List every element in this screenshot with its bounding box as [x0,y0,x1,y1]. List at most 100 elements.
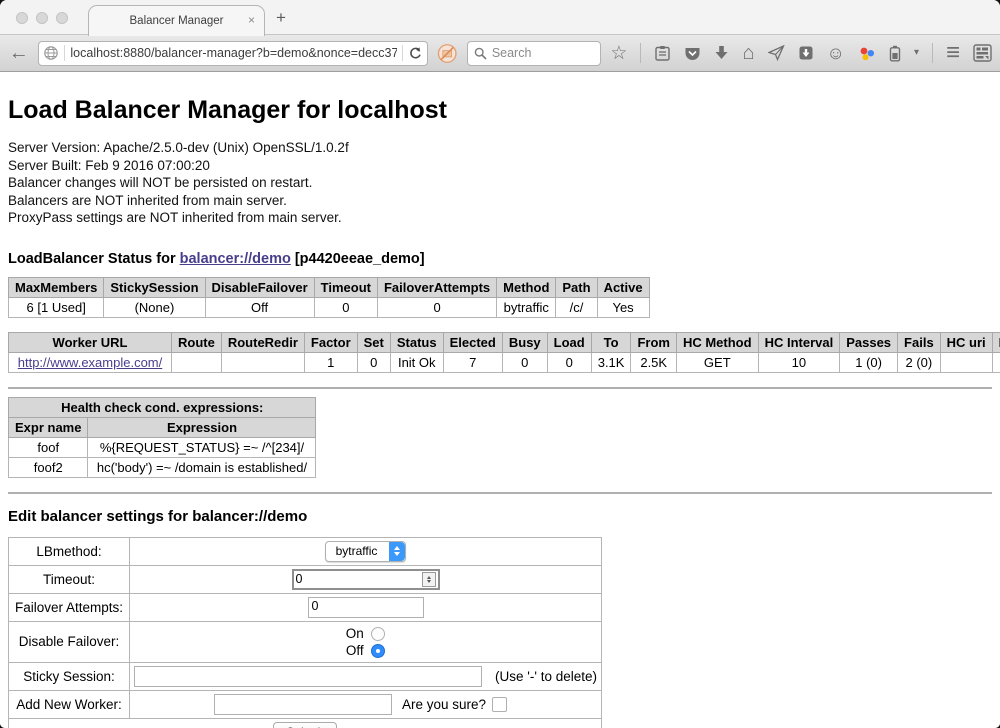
download-box-icon[interactable] [798,45,814,61]
balancer-settings-form: LBmethod: bytraffic Timeout: 0 [8,537,602,728]
are-you-sure-label: Are you sure? [402,697,486,712]
lbmethod-selected-value: bytraffic [336,544,390,558]
form-row-submit: Submit [9,718,602,728]
emoji-icon[interactable]: ☺ [827,44,845,62]
search-icon [474,47,487,60]
column-header: Worker URL [9,332,172,352]
pocket-icon[interactable] [684,45,701,62]
close-window-button[interactable] [16,12,28,24]
table-cell: Yes [597,297,649,317]
search-bar[interactable]: Search [467,41,602,66]
table-cell: 6 [1 Used] [9,297,104,317]
table-cell: 0 [547,352,591,372]
expression-cell: hc('body') =~ /domain is established/ [88,457,316,477]
lbmethod-select[interactable]: bytraffic [325,541,407,562]
health-check-table: Health check cond. expressions: Expr nam… [8,397,316,478]
table-cell: 0 [502,352,547,372]
column-header: Active [597,277,649,297]
worker-url-link[interactable]: http://www.example.com/ [18,355,163,370]
reload-icon[interactable] [408,46,423,61]
urlbar-divider [64,45,65,61]
lbmethod-label: LBmethod: [9,537,130,565]
table-cell: 2.5K [631,352,677,372]
table-cell: GET [676,352,758,372]
proxypass-note-line: ProxyPass settings are NOT inherited fro… [8,209,992,227]
column-header: Fails [898,332,941,352]
column-header: To [591,332,631,352]
add-worker-label: Add New Worker: [9,690,130,718]
sticky-session-label: Sticky Session: [9,662,130,690]
table-cell: 2 (0) [898,352,941,372]
server-version-line: Server Version: Apache/2.5.0-dev (Unix) … [8,139,992,157]
table-header-row: Worker URL Route RouteRedir Factor Set S… [9,332,1000,352]
worker-table: Worker URL Route RouteRedir Factor Set S… [8,332,1000,373]
battery-icon[interactable] [889,45,901,62]
globe-icon [43,45,59,61]
table-cell: 0 [357,352,390,372]
blocked-content-icon[interactable] [437,43,457,64]
persist-note-line: Balancer changes will NOT be persisted o… [8,174,992,192]
column-header: HC Expr [992,332,1000,352]
table-cell [172,352,222,372]
table-cell: Init Ok [390,352,443,372]
table-cell: 1 (0) [840,352,898,372]
zoom-window-button[interactable] [56,12,68,24]
number-stepper-icon[interactable] [422,572,436,587]
tab-balancer-manager[interactable]: Balancer Manager × [88,5,265,36]
menu-icon[interactable]: ≡ [946,41,960,65]
column-header: Path [556,277,597,297]
table-cell: /c/ [556,297,597,317]
column-header: Set [357,332,390,352]
reading-list-icon[interactable] [654,45,671,62]
browser-window: Balancer Manager × + ← localhost:8880/ba… [0,0,1000,728]
home-icon[interactable]: ⌂ [742,43,754,63]
table-cell: (None) [104,297,205,317]
form-row-lbmethod: LBmethod: bytraffic [9,537,602,565]
health-check-title: Health check cond. expressions: [9,397,316,417]
expression-cell: %{REQUEST_STATUS} =~ /^[234]/ [88,437,316,457]
form-row-sticky-session: Sticky Session: (Use '-' to delete) [9,662,602,690]
column-header: From [631,332,677,352]
back-button[interactable]: ← [8,43,29,63]
column-header: HC Method [676,332,758,352]
new-tab-button[interactable]: + [276,8,286,28]
column-header: Timeout [314,277,377,297]
table-cell: 0 [314,297,377,317]
bookmark-star-icon[interactable]: ☆ [610,44,627,63]
failover-attempts-input[interactable]: 0 [308,597,424,618]
server-info: Server Version: Apache/2.5.0-dev (Unix) … [8,139,992,227]
minimize-window-button[interactable] [36,12,48,24]
section-divider [8,492,992,494]
timeout-input[interactable]: 0 [292,569,440,590]
balancer-demo-link[interactable]: balancer://demo [180,251,291,267]
tab-close-icon[interactable]: × [248,13,255,27]
section-divider [8,387,992,389]
url-text[interactable]: localhost:8880/balancer-manager?b=demo&n… [70,46,397,60]
table-cell [221,352,304,372]
navigation-toolbar: ← localhost:8880/balancer-manager?b=demo… [0,35,1000,72]
submit-button[interactable]: Submit [273,722,336,728]
are-you-sure-checkbox[interactable] [492,697,507,712]
expr-name-cell: foof2 [9,457,88,477]
urlbar-divider [402,45,403,61]
disable-failover-off-radio[interactable] [371,644,385,658]
column-header: FailoverAttempts [377,277,496,297]
table-cell: 7 [443,352,502,372]
table-cell: bytraffic [497,297,556,317]
add-worker-input[interactable] [214,694,392,715]
disable-failover-on-radio[interactable] [371,627,385,641]
column-header: Expr name [9,417,88,437]
table-header-row: Expr name Expression [9,417,316,437]
page-title: Load Balancer Manager for localhost [8,96,992,125]
downloads-icon[interactable] [714,45,729,61]
column-header: Factor [304,332,357,352]
url-bar[interactable]: localhost:8880/balancer-manager?b=demo&n… [38,41,428,66]
table-cell: 0 [377,297,496,317]
table-row: 6 [1 Used] (None) Off 0 0 bytraffic /c/ … [9,297,650,317]
keyboard-grid-icon[interactable] [973,44,992,62]
colored-dots-extension-icon[interactable] [858,45,876,62]
send-icon[interactable] [768,45,785,61]
column-header: HC uri [940,332,992,352]
overflow-caret-icon[interactable]: ▾ [914,48,919,58]
sticky-session-input[interactable] [134,666,482,687]
